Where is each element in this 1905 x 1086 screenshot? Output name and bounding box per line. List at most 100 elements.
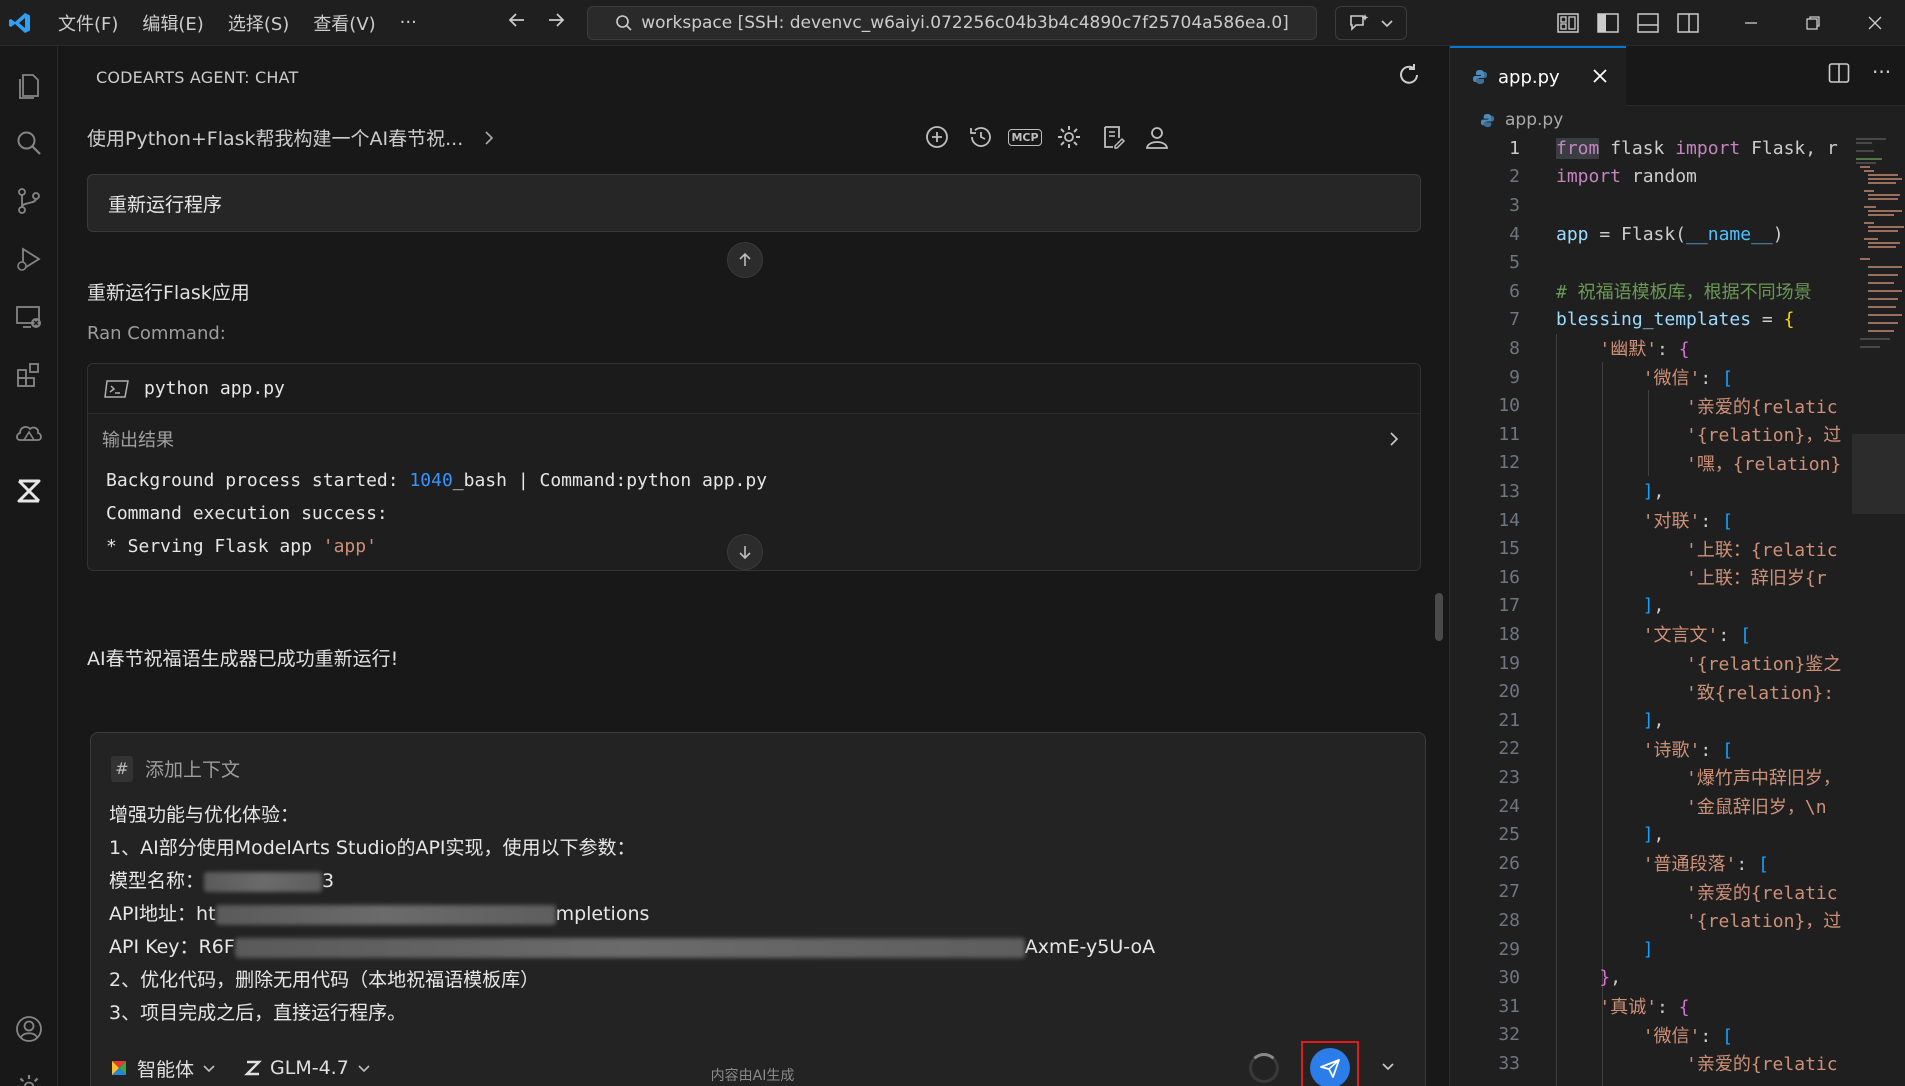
command-row: python app.py [88,364,1420,414]
code-line: 22 '诗歌': [ [1498,738,1733,761]
toggle-primary-sidebar-icon[interactable] [1588,0,1628,46]
chat-input-box[interactable]: # 添加上下文 增强功能与优化体验： 1、AI部分使用ModelArts Stu… [90,732,1426,1086]
code-line: 28 '{relation}，过 [1498,909,1842,933]
code-line: 6 # 祝福语模板库，根据不同场景 [1509,280,1812,304]
code-line: 31 '真诚': { [1498,995,1690,1019]
settings-gear-icon[interactable] [1054,122,1084,152]
code-line: 8 '幽默': { [1509,337,1690,361]
chat-input-text[interactable]: 增强功能与优化体验： 1、AI部分使用ModelArts Studio的API实… [109,799,1155,1030]
menu-more[interactable]: ··· [388,0,429,46]
title-bar: 文件(F) 编辑(E) 选择(S) 查看(V) ··· workspace [S… [0,0,1905,46]
extensions-icon[interactable] [0,346,58,404]
code-line: 9 '微信': [ [1509,366,1733,390]
chevron-right-icon [1390,432,1399,446]
chat-sparkle-icon [1350,14,1369,31]
editor-tab-bar: app.py ··· [1450,46,1905,106]
source-control-icon[interactable] [0,172,58,230]
code-line: 21 ], [1498,709,1665,731]
search-icon[interactable] [0,114,58,172]
command-text: python app.py [144,378,285,399]
close-tab-icon[interactable] [1588,64,1612,88]
search-icon [616,15,632,31]
step-title: 重新运行Flask应用 [87,282,250,304]
user-message-text: 重新运行程序 [108,193,223,216]
close-window-icon[interactable] [1844,0,1905,46]
rules-document-icon[interactable] [1098,122,1128,152]
output-header[interactable]: 输出结果 [88,414,1420,464]
ai-generated-note: 内容由AI生成 [710,1068,795,1084]
user-message-bubble[interactable]: 重新运行程序 [87,174,1421,232]
code-line: 29 ] [1498,938,1654,960]
code-line: 5 [1509,252,1520,274]
vscode-logo-icon [0,0,40,46]
code-line: 10 '亲爱的{relatic [1498,395,1838,418]
terminal-icon [104,379,129,398]
code-line: 32 '微信': [ [1498,1024,1733,1047]
minimize-window-icon[interactable] [1720,0,1782,46]
code-line: 17 ], [1498,595,1665,617]
output-label: 输出结果 [102,430,174,451]
tab-app-py[interactable]: app.py [1450,46,1626,106]
new-chat-icon[interactable] [922,122,952,152]
code-line: 2 import random [1509,166,1697,188]
tab-label: app.py [1498,66,1560,88]
code-line: 20 '致{relation}: [1498,681,1835,704]
codearts-cloud-icon[interactable] [0,404,58,462]
python-file-icon [1473,70,1487,84]
restore-window-icon[interactable] [1782,0,1844,46]
manage-gear-icon[interactable]: 1 [0,1058,58,1086]
add-context-label: 添加上下文 [145,759,241,781]
more-actions-icon[interactable]: ··· [1872,60,1891,84]
remote-explorer-icon[interactable] [0,288,58,346]
code-editor[interactable]: 1 from flask import Flask, r 2 import rand… [1450,134,1905,1086]
chevron-right-icon [485,130,494,145]
code-line: 16 '上联：辞旧岁{r [1498,566,1827,590]
code-line: 4 app = Flask(__name__) [1509,223,1784,245]
explorer-icon[interactable] [0,56,58,114]
code-line: 25 ], [1498,824,1665,846]
run-debug-icon[interactable] [0,230,58,288]
chat-scrollbar[interactable] [1435,593,1443,641]
command-center-search[interactable]: workspace [SSH: devenvc_w6aiyi.072256c04… [587,6,1317,40]
code-line: 19 '{relation}鉴之 [1498,652,1842,676]
chevron-down-icon [1381,20,1393,28]
session-title[interactable]: 使用Python+Flask帮我构建一个AI春节祝... [87,124,495,151]
menu-selection[interactable]: 选择(S) [216,0,301,46]
account-icon[interactable] [0,1000,58,1058]
forward-arrow-icon[interactable] [537,10,575,36]
menu-view[interactable]: 查看(V) [301,0,387,46]
arrow-up-icon [739,252,751,266]
toggle-panel-icon[interactable] [1628,0,1668,46]
code-line: 18 '文言文': [ [1498,623,1751,647]
menu-edit[interactable]: 编辑(E) [130,0,215,46]
chat-panel: CODEARTS AGENT: CHAT 使用Python+Flask帮我构建一… [59,46,1446,1086]
chat-toggle-button[interactable] [1335,6,1407,40]
history-icon[interactable] [966,122,996,152]
hash-icon: # [111,755,133,782]
code-line: 30 }, [1498,967,1622,989]
mcp-icon[interactable]: MCP [1008,122,1042,152]
menu-file[interactable]: 文件(F) [46,0,130,46]
back-arrow-icon[interactable] [498,10,536,36]
assistant-done-message: AI春节祝福语生成器已成功重新运行! [87,648,399,670]
python-file-icon [1480,113,1495,127]
chat-panel-header: CODEARTS AGENT: CHAT [96,68,299,87]
code-line: 14 '对联': [ [1498,509,1733,533]
code-line: 26 '普通段落': [ [1498,852,1769,876]
customize-layout-icon[interactable] [1548,0,1588,46]
breadcrumb[interactable]: app.py [1480,110,1563,130]
toggle-secondary-sidebar-icon[interactable] [1668,0,1708,46]
arrow-down-icon [739,546,751,560]
codearts-agent-icon[interactable] [0,462,58,520]
split-editor-icon[interactable] [1828,62,1850,89]
code-line: 13 ], [1498,480,1665,502]
scroll-down-button[interactable] [727,534,763,570]
code-line: 12 '嘿，{relation} [1498,452,1842,475]
scroll-up-button[interactable] [727,242,763,278]
user-profile-icon[interactable] [1142,122,1172,152]
code-line: 7 blessing_templates = { [1509,309,1795,331]
add-context-button[interactable]: # 添加上下文 [111,755,240,782]
code-line: 27 '亲爱的{relatic [1498,881,1838,904]
minimap[interactable] [1852,134,1905,534]
refresh-icon[interactable] [1396,62,1426,92]
